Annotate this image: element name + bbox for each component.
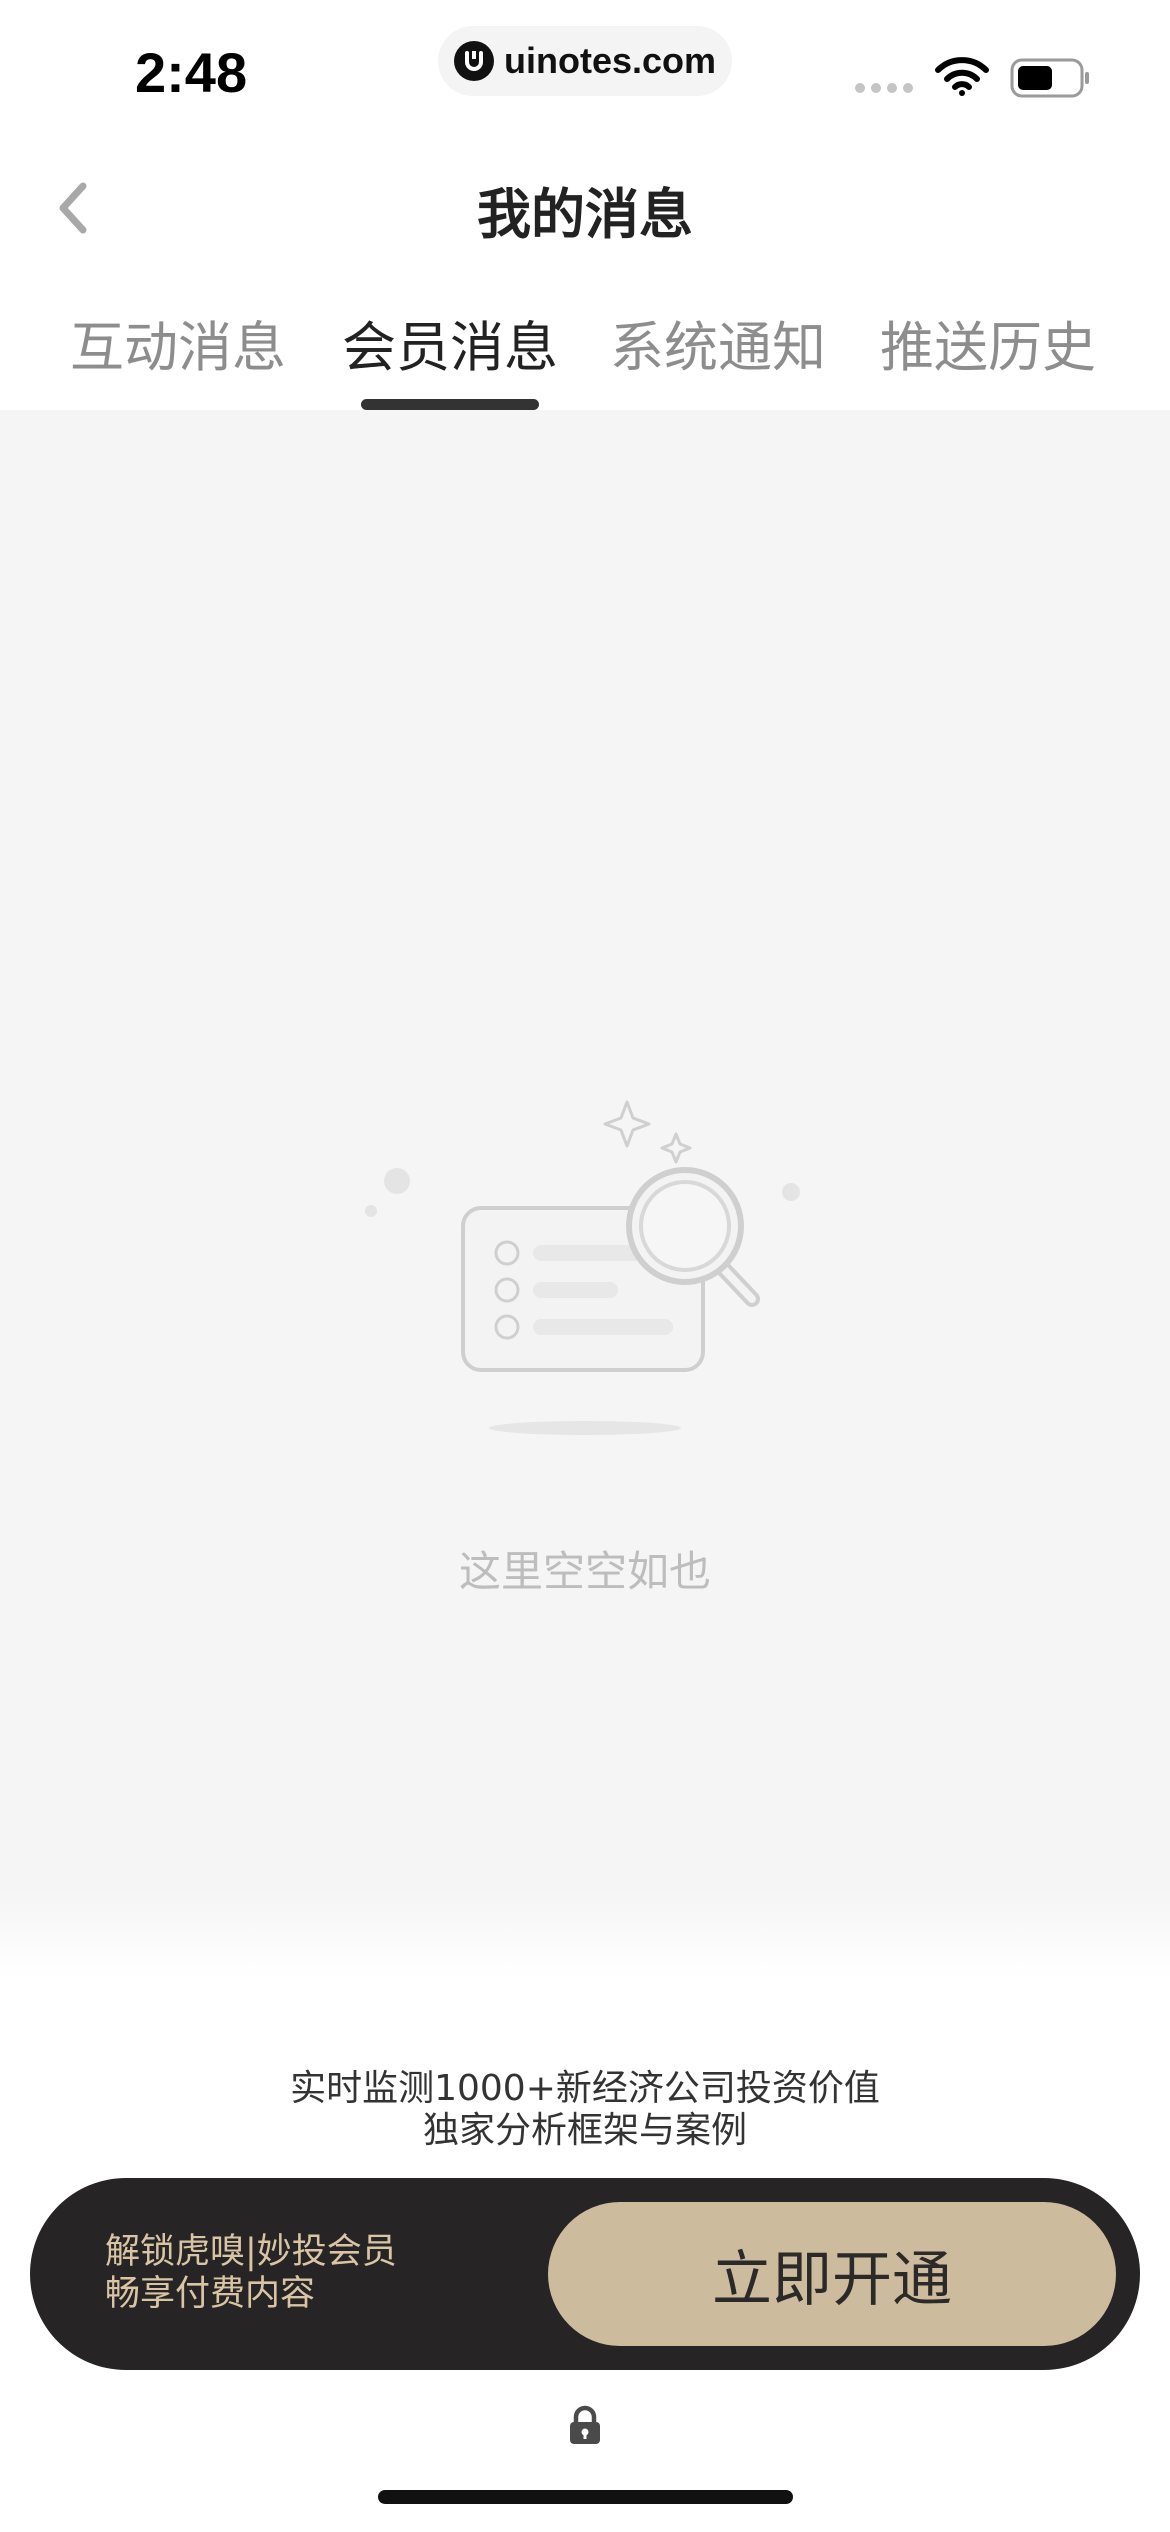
membership-benefit-line: 独家分析框架与案例 — [422, 2110, 747, 2151]
empty-search-illustration-icon — [365, 1100, 800, 1435]
status-time: 2:48 — [135, 41, 248, 104]
active-tab-indicator — [361, 399, 539, 410]
home-indicator[interactable] — [378, 2490, 793, 2504]
nav-bar: 我的消息 — [0, 140, 1170, 275]
tab-bar: 互动消息 会员消息 系统通知 推送历史 — [0, 275, 1170, 410]
wifi-icon — [935, 57, 989, 96]
tab-member-messages[interactable]: 会员消息 — [315, 303, 585, 382]
membership-promo-bar: 解锁虎嗅|妙投会员 畅享付费内容 立即开通 — [30, 2178, 1140, 2370]
url-text: uinotes.com — [503, 40, 717, 81]
membership-benefit-line: 实时监测1000+新经济公司投资价值 — [290, 2068, 880, 2109]
tab-interaction-messages[interactable]: 互动消息 — [43, 303, 313, 382]
promo-line: 畅享付费内容 — [105, 2274, 316, 2314]
membership-benefits: 实时监测1000+新经济公司投资价值 独家分析框架与案例 — [0, 2068, 1170, 2152]
lock-icon — [570, 2405, 600, 2444]
battery-icon — [1010, 58, 1089, 98]
signal-icon — [855, 83, 913, 93]
url-pill[interactable]: uinotes.com — [438, 26, 732, 96]
empty-state-text: 这里空空如也 — [458, 1547, 711, 1596]
open-membership-button[interactable]: 立即开通 — [548, 2202, 1116, 2346]
page-title: 我的消息 — [477, 183, 693, 246]
promo-line: 解锁虎嗅|妙投会员 — [105, 2232, 397, 2272]
promo-description: 解锁虎嗅|妙投会员 畅享付费内容 — [105, 2231, 397, 2315]
tab-push-history[interactable]: 推送历史 — [853, 303, 1123, 382]
status-bar: 2:48 uinotes.com — [0, 0, 1170, 140]
tab-system-notifications[interactable]: 系统通知 — [583, 303, 853, 382]
site-logo-icon — [453, 41, 494, 81]
